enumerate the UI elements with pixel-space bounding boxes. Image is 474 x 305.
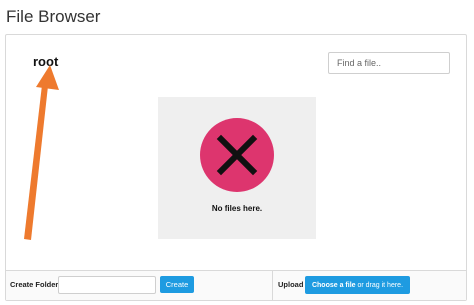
file-browser-panel: root No files here. Create Folder Create… (5, 34, 467, 301)
close-x-icon (200, 118, 274, 192)
folder-name-input[interactable] (58, 276, 156, 294)
create-folder-label: Create Folder (10, 280, 59, 289)
empty-message: No files here. (211, 204, 263, 213)
breadcrumb-root[interactable]: root (33, 54, 58, 69)
upload-button-strong: Choose a file (311, 281, 356, 289)
search-input[interactable] (328, 52, 450, 74)
upload-button[interactable]: Choose a file or drag it here. (305, 276, 410, 294)
upload-button-rest: or drag it here. (355, 281, 404, 289)
footer-divider (272, 271, 273, 300)
page-title: File Browser (6, 7, 101, 26)
empty-state: No files here. (158, 97, 316, 239)
footer-toolbar: Create Folder Create Upload Choose a fil… (6, 270, 466, 300)
create-button[interactable]: Create (160, 276, 194, 293)
upload-label: Upload (278, 280, 304, 289)
